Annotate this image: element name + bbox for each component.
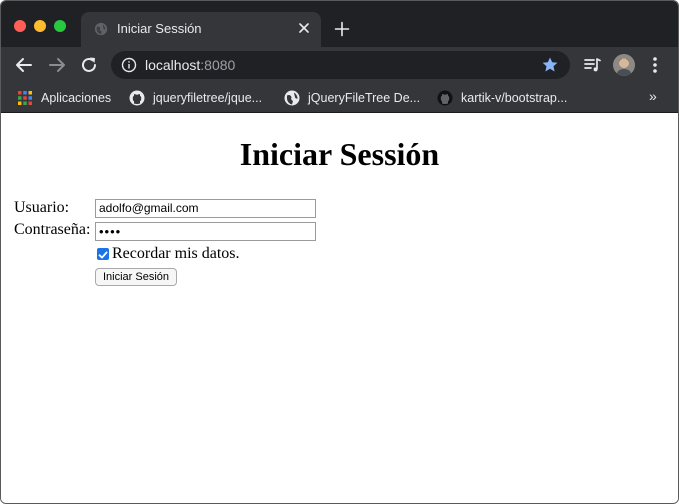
forward-arrow-icon[interactable] bbox=[47, 55, 67, 75]
address-bar[interactable]: localhost:8080 bbox=[111, 51, 570, 79]
browser-window: Iniciar Sessión localhost:8080 Aplicacio… bbox=[0, 0, 679, 504]
bookmark-jqueryfiletree-demo[interactable]: jQueryFileTree De... bbox=[284, 88, 420, 108]
avatar[interactable] bbox=[613, 54, 635, 76]
url-port: :8080 bbox=[200, 57, 236, 73]
remember-me-checkbox[interactable] bbox=[97, 248, 109, 260]
username-label: Usuario: bbox=[14, 199, 70, 216]
bookmarks-overflow-button[interactable]: » bbox=[649, 88, 657, 104]
minimize-window-button[interactable] bbox=[34, 20, 46, 32]
reload-icon[interactable] bbox=[79, 55, 99, 75]
password-label: Contraseña: bbox=[14, 221, 91, 238]
url-text: localhost:8080 bbox=[145, 57, 235, 73]
close-icon[interactable] bbox=[296, 20, 312, 36]
remember-me-label: Recordar mis datos. bbox=[112, 245, 240, 262]
page-content: Iniciar Sessión Usuario: adolfo@gmail.co… bbox=[1, 114, 678, 503]
globe-icon bbox=[94, 22, 108, 36]
tab-title: Iniciar Sessión bbox=[117, 21, 202, 36]
bookmark-kartik-v-bootstrap[interactable]: kartik-v/bootstrap... bbox=[437, 88, 567, 108]
new-tab-icon[interactable] bbox=[334, 21, 350, 37]
bookmark-label: jqueryfiletree/jque... bbox=[153, 91, 263, 105]
close-window-button[interactable] bbox=[14, 20, 26, 32]
star-icon[interactable] bbox=[541, 56, 559, 74]
kebab-menu-icon[interactable] bbox=[649, 55, 661, 75]
github-icon bbox=[437, 90, 453, 106]
page-title: Iniciar Sessión bbox=[239, 136, 440, 172]
bookmark-jqueryfiletree[interactable]: jqueryfiletree/jque... bbox=[129, 88, 262, 108]
info-icon[interactable] bbox=[121, 57, 137, 73]
remember-me-row: Recordar mis datos. bbox=[97, 245, 240, 263]
bookmark-label: Aplicaciones bbox=[41, 91, 112, 105]
bookmarks-bar: Aplicaciones jqueryfiletree/jque... jQue… bbox=[1, 83, 678, 113]
media-queue-icon[interactable] bbox=[583, 56, 601, 74]
password-field[interactable]: •••• bbox=[95, 222, 316, 241]
maximize-window-button[interactable] bbox=[54, 20, 66, 32]
tab-strip: Iniciar Sessión bbox=[1, 1, 678, 47]
apps-grid-icon bbox=[18, 91, 32, 105]
github-icon bbox=[129, 90, 145, 106]
back-arrow-icon[interactable] bbox=[14, 55, 34, 75]
bookmark-label: kartik-v/bootstrap... bbox=[461, 91, 568, 105]
login-button[interactable]: Iniciar Sesión bbox=[95, 268, 178, 286]
username-field[interactable]: adolfo@gmail.com bbox=[95, 199, 316, 218]
bookmark-label: jQueryFileTree De... bbox=[308, 91, 421, 105]
profile-avatar-icon bbox=[613, 54, 635, 76]
toolbar: localhost:8080 bbox=[1, 47, 678, 83]
tab-iniciar-session[interactable]: Iniciar Sessión bbox=[81, 12, 321, 47]
globe-icon bbox=[284, 90, 300, 106]
bookmark-aplicaciones[interactable]: Aplicaciones bbox=[17, 88, 111, 108]
url-host: localhost bbox=[145, 57, 201, 73]
checkmark-icon bbox=[98, 251, 108, 259]
